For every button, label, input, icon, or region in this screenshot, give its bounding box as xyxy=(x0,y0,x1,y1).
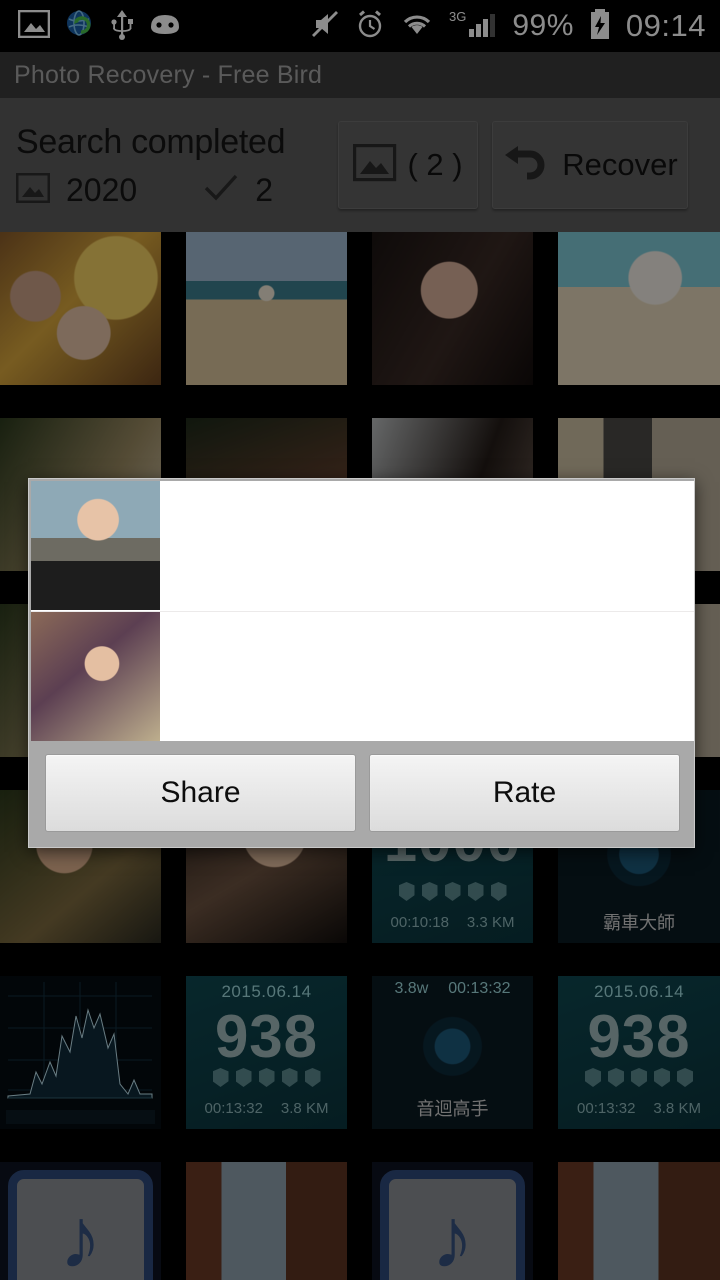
list-item-label xyxy=(160,481,694,509)
dialog-photo-list[interactable] xyxy=(31,481,694,743)
list-item[interactable] xyxy=(31,481,694,611)
share-rate-dialog: Share Rate xyxy=(28,478,695,848)
rate-button-label: Rate xyxy=(492,776,557,809)
share-button[interactable]: Share xyxy=(45,754,356,832)
list-item-thumbnail xyxy=(31,481,160,610)
list-item[interactable] xyxy=(31,611,694,741)
list-item-thumbnail xyxy=(31,612,160,741)
list-item-label xyxy=(160,612,694,640)
share-button-label: Share xyxy=(160,776,241,809)
rate-button[interactable]: Rate xyxy=(369,754,680,832)
dialog-button-bar: Share Rate xyxy=(31,741,694,845)
phone-screen: 3G 99% 09:14 Photo Recovery - Free Bird xyxy=(0,0,720,1280)
